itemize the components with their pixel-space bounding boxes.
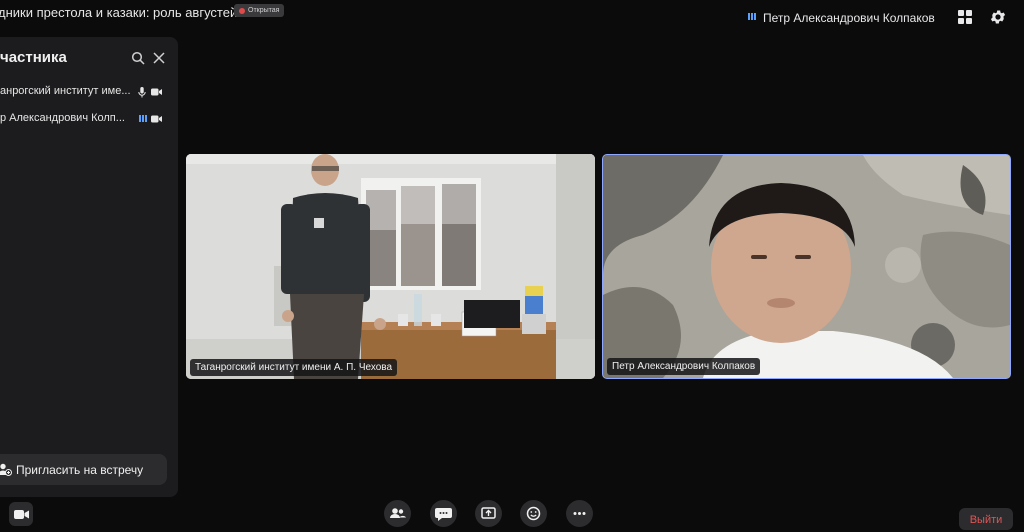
mic-icon: [138, 87, 146, 98]
camera-toggle-button[interactable]: [9, 502, 33, 526]
invite-button[interactable]: Пригласить на встречу: [0, 454, 167, 485]
emoji-icon: [526, 506, 541, 521]
audio-level-icon: [748, 13, 756, 20]
video-feed-room: [186, 154, 595, 379]
close-icon: [153, 52, 165, 64]
participant-name: анрогский институт име...: [0, 85, 131, 97]
top-bar: дники престола и казаки: роль августей..…: [0, 0, 1024, 36]
tile-label: Петр Александрович Колпаков: [607, 358, 761, 375]
camera-icon: [14, 510, 29, 519]
video-tile-self[interactable]: Петр Александрович Колпаков: [602, 154, 1011, 379]
participants-icon: [390, 508, 406, 518]
more-button[interactable]: [566, 500, 593, 527]
layout-grid-button[interactable]: [958, 10, 973, 25]
add-user-icon: [0, 463, 12, 476]
participants-button[interactable]: [384, 500, 411, 527]
participant-row[interactable]: р Александрович Колп...: [0, 112, 178, 130]
tile-label: Таганрогский институт имени А. П. Чехова: [190, 359, 398, 376]
current-user-name: Петр Александрович Колпаков: [763, 11, 935, 25]
audio-level-icon: [139, 115, 147, 122]
camera-icon: [151, 115, 162, 123]
chat-button[interactable]: [430, 500, 457, 527]
screen-share-button[interactable]: [475, 500, 502, 527]
screen-share-icon: [481, 507, 496, 519]
search-button[interactable]: [131, 51, 145, 65]
search-icon: [131, 51, 145, 65]
emoji-button[interactable]: [520, 500, 547, 527]
participant-name: р Александрович Колп...: [0, 112, 125, 124]
panel-title: частника: [0, 49, 67, 66]
participants-panel: частника анрогский институт име... р Але…: [0, 37, 178, 497]
access-badge-label: Открытая: [248, 7, 280, 14]
participant-row[interactable]: анрогский институт име...: [0, 85, 178, 103]
access-badge: Открытая: [234, 4, 285, 17]
video-feed-person: [603, 155, 1010, 378]
gear-icon: [990, 10, 1006, 24]
close-button[interactable]: [152, 51, 166, 65]
chat-icon: [435, 508, 452, 521]
video-tile-institute[interactable]: Таганрогский институт имени А. П. Чехова: [186, 154, 595, 379]
lock-open-icon: [239, 7, 245, 14]
meeting-title: дники престола и казаки: роль августей..…: [0, 5, 249, 20]
settings-button[interactable]: [989, 8, 1007, 26]
camera-icon: [151, 88, 162, 96]
invite-label: Пригласить на встречу: [16, 463, 144, 477]
more-icon: [573, 512, 586, 515]
